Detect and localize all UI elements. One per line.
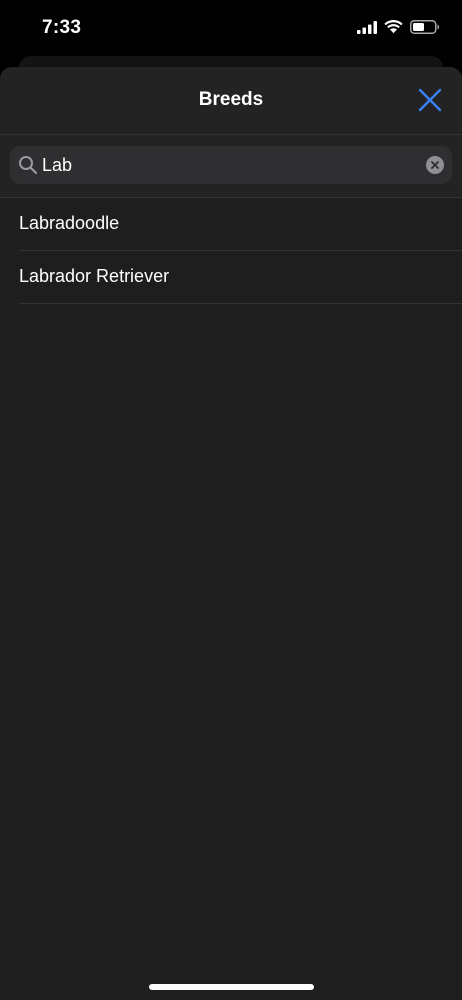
- page-title: Breeds: [198, 89, 264, 110]
- list-item-label: Labradoodle: [19, 213, 120, 233]
- breeds-sheet: Breeds Labradoodl: [0, 67, 462, 1000]
- list-item-label: Labrador Retriever: [19, 266, 170, 286]
- clear-icon: [426, 156, 444, 174]
- navigation-bar: Breeds: [0, 67, 462, 135]
- search-box[interactable]: [10, 146, 452, 184]
- cellular-signal-icon: [357, 20, 377, 34]
- close-icon: [418, 88, 442, 112]
- results-list: Labradoodle Labrador Retriever: [0, 198, 462, 304]
- list-item[interactable]: Labrador Retriever: [19, 251, 462, 304]
- status-icons: [357, 20, 440, 34]
- status-bar: 7:33: [0, 0, 462, 56]
- search-icon: [18, 155, 38, 180]
- search-input[interactable]: [42, 146, 422, 184]
- home-indicator[interactable]: [149, 984, 314, 990]
- list-item[interactable]: Labradoodle: [19, 198, 462, 251]
- search-bar: [0, 135, 462, 198]
- clear-search-button[interactable]: [426, 156, 444, 174]
- status-time: 7:33: [42, 17, 82, 38]
- wifi-icon: [384, 20, 403, 34]
- battery-icon: [410, 20, 440, 34]
- close-button[interactable]: [416, 86, 444, 114]
